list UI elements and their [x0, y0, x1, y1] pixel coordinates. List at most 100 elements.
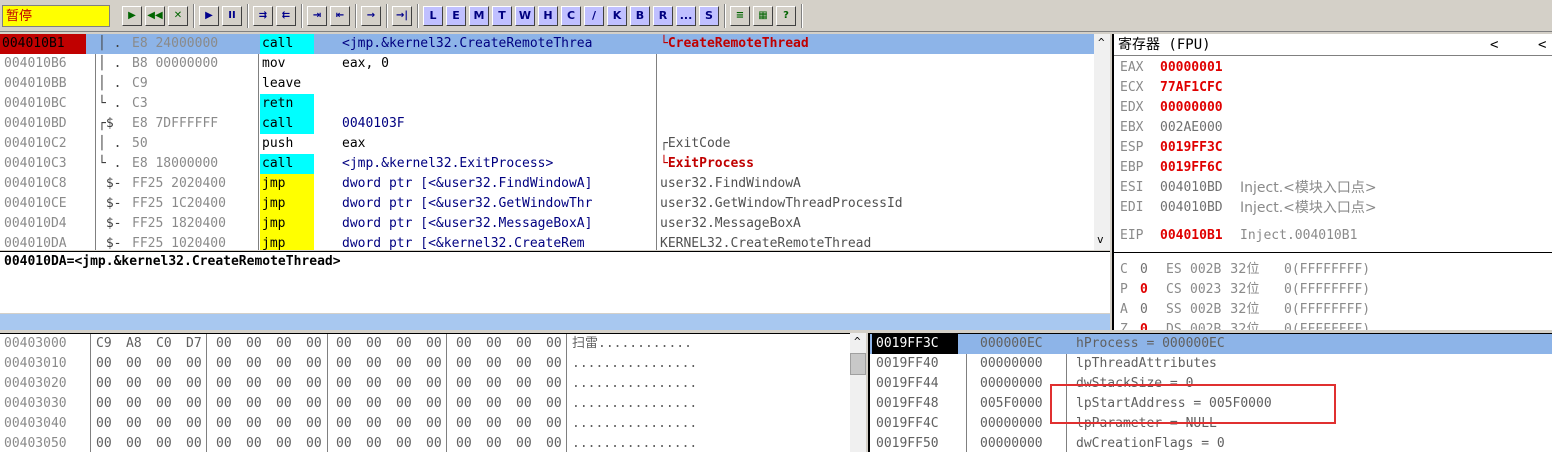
- dump-byte[interactable]: A8: [126, 334, 142, 354]
- dump-row[interactable]: 00403000 C9 A8 C0 D7 00 00 00 00 00 00 00 00 00 00 00 00…: [0, 334, 850, 354]
- dump-byte[interactable]: 00: [216, 334, 232, 354]
- dump-byte[interactable]: 00: [456, 374, 472, 394]
- register-row-eip[interactable]: EIP 004010B1 Inject.004010B1: [1114, 226, 1552, 246]
- dump-byte[interactable]: 00: [336, 334, 352, 354]
- dump-byte[interactable]: 00: [216, 374, 232, 394]
- disasm-row[interactable]: 004010BB │ . C9 leave: [0, 74, 1094, 94]
- dump-row[interactable]: 00403040 00 00 00 00 00 00 00 00 00 00 00 00 00 00 00 00…: [0, 414, 850, 434]
- disasm-row[interactable]: 004010C8 $- FF25 2020400 jmp dword ptr [<&u…: [0, 174, 1094, 194]
- registers-pane[interactable]: 寄存器 (FPU) < < EAX 00000001 ECX 77AF1CFC EDX 0…: [1112, 34, 1552, 330]
- flag-row[interactable]: C 0 ES 002B 32位 0(FFFFFFFF): [1114, 260, 1552, 280]
- register-row[interactable]: ESP 0019FF3C: [1114, 138, 1552, 158]
- dump-byte[interactable]: 00: [126, 434, 142, 452]
- dump-byte[interactable]: 00: [246, 334, 262, 354]
- toolbar-button[interactable]: C: [561, 6, 581, 26]
- dump-byte[interactable]: C9: [96, 334, 112, 354]
- toolbar-button[interactable]: M: [469, 6, 489, 26]
- dump-byte[interactable]: 00: [516, 394, 532, 414]
- dump-byte[interactable]: 00: [156, 434, 172, 452]
- disassembly-pane[interactable]: 004010B1 │ . E8 24000000 call <jmp.&kernel32…: [0, 34, 1110, 250]
- dump-scroll-thumb[interactable]: [850, 353, 866, 375]
- stack-value[interactable]: 00000000: [980, 434, 1043, 452]
- toolbar-button[interactable]: /: [584, 6, 604, 26]
- register-value[interactable]: 00000000: [1160, 98, 1223, 118]
- register-row[interactable]: EAX 00000001: [1114, 58, 1552, 78]
- dump-byte[interactable]: 00: [96, 434, 112, 452]
- scroll-up-icon[interactable]: ^: [854, 335, 861, 348]
- dump-byte[interactable]: 00: [426, 334, 442, 354]
- disasm-row[interactable]: 004010DA $- FF25 1020400 jmp dword ptr [<&k…: [0, 234, 1094, 250]
- flag-row[interactable]: Z 0 DS 002B 32位 0(FFFFFFFF): [1114, 320, 1552, 330]
- disasm-row[interactable]: 004010C3 └ . E8 18000000 call <jmp.&kernel32…: [0, 154, 1094, 174]
- dump-byte[interactable]: 00: [366, 374, 382, 394]
- dump-byte[interactable]: 00: [516, 374, 532, 394]
- dump-byte[interactable]: 00: [486, 414, 502, 434]
- toolbar-button[interactable]: T: [492, 6, 512, 26]
- disasm-row[interactable]: 004010CE $- FF25 1C20400 jmp dword ptr [<&u…: [0, 194, 1094, 214]
- dump-byte[interactable]: 00: [156, 394, 172, 414]
- toolbar-button[interactable]: ▶: [122, 6, 142, 26]
- dump-byte[interactable]: 00: [96, 394, 112, 414]
- register-value[interactable]: 004010BD: [1160, 178, 1223, 198]
- dump-byte[interactable]: 00: [546, 334, 562, 354]
- registers-next-button[interactable]: <: [1538, 35, 1546, 55]
- toolbar-button[interactable]: ▶: [199, 6, 219, 26]
- register-row[interactable]: EBP 0019FF6C: [1114, 158, 1552, 178]
- flag-row[interactable]: P 0 CS 0023 32位 0(FFFFFFFF): [1114, 280, 1552, 300]
- stack-row[interactable]: 0019FF40 00000000 lpThreadAttributes: [870, 354, 1552, 374]
- dump-byte[interactable]: 00: [126, 374, 142, 394]
- dump-byte[interactable]: 00: [546, 434, 562, 452]
- dump-byte[interactable]: 00: [366, 334, 382, 354]
- dump-byte[interactable]: 00: [186, 354, 202, 374]
- dump-byte[interactable]: 00: [456, 434, 472, 452]
- scroll-up-icon[interactable]: ^: [1098, 36, 1105, 49]
- dump-byte[interactable]: 00: [156, 354, 172, 374]
- register-value[interactable]: 004010B1: [1160, 226, 1223, 246]
- register-row[interactable]: ECX 77AF1CFC: [1114, 78, 1552, 98]
- flag-value[interactable]: 0: [1140, 260, 1148, 280]
- stack-value[interactable]: 00000000: [980, 374, 1043, 394]
- dump-byte[interactable]: C0: [156, 334, 172, 354]
- register-value[interactable]: 00000001: [1160, 58, 1223, 78]
- toolbar-button[interactable]: B: [630, 6, 650, 26]
- dump-byte[interactable]: 00: [156, 374, 172, 394]
- dump-byte[interactable]: 00: [426, 354, 442, 374]
- dump-byte[interactable]: 00: [126, 414, 142, 434]
- toolbar-button[interactable]: H: [538, 6, 558, 26]
- toolbar-button[interactable]: II: [222, 6, 242, 26]
- dump-byte[interactable]: D7: [186, 334, 202, 354]
- toolbar-button[interactable]: ⇉: [253, 6, 273, 26]
- dump-byte[interactable]: 00: [396, 434, 412, 452]
- toolbar-button[interactable]: R: [653, 6, 673, 26]
- toolbar-button[interactable]: S: [699, 6, 719, 26]
- toolbar-button[interactable]: ✕: [168, 6, 188, 26]
- dump-byte[interactable]: 00: [246, 434, 262, 452]
- register-row[interactable]: EDI 004010BD Inject.<模块入口点>: [1114, 198, 1552, 218]
- dump-byte[interactable]: 00: [276, 394, 292, 414]
- scroll-down-icon[interactable]: v: [1097, 233, 1104, 246]
- dump-byte[interactable]: 00: [336, 434, 352, 452]
- dump-byte[interactable]: 00: [396, 354, 412, 374]
- register-value[interactable]: 002AE000: [1160, 118, 1223, 138]
- dump-byte[interactable]: 00: [306, 354, 322, 374]
- dump-byte[interactable]: 00: [246, 374, 262, 394]
- dump-byte[interactable]: 00: [426, 394, 442, 414]
- disasm-row[interactable]: 004010B1 │ . E8 24000000 call <jmp.&kernel32…: [0, 34, 1094, 54]
- toolbar-button[interactable]: →: [361, 6, 381, 26]
- toolbar-button[interactable]: K: [607, 6, 627, 26]
- dump-byte[interactable]: 00: [186, 374, 202, 394]
- stack-value[interactable]: 005F0000: [980, 394, 1043, 414]
- dump-byte[interactable]: 00: [396, 374, 412, 394]
- dump-byte[interactable]: 00: [186, 414, 202, 434]
- stack-pane[interactable]: 0019FF3C 000000EC hProcess = 000000EC 0019F…: [868, 333, 1552, 452]
- register-value[interactable]: 77AF1CFC: [1160, 78, 1223, 98]
- dump-byte[interactable]: 00: [516, 414, 532, 434]
- dump-byte[interactable]: 00: [306, 334, 322, 354]
- dump-byte[interactable]: 00: [126, 394, 142, 414]
- register-row[interactable]: ESI 004010BD Inject.<模块入口点>: [1114, 178, 1552, 198]
- dump-byte[interactable]: 00: [366, 434, 382, 452]
- disasm-row[interactable]: 004010B6 │ . B8 00000000 mov eax, 0: [0, 54, 1094, 74]
- toolbar-button[interactable]: ▦: [753, 6, 773, 26]
- toolbar-button[interactable]: W: [515, 6, 535, 26]
- toolbar-button[interactable]: ?: [776, 6, 796, 26]
